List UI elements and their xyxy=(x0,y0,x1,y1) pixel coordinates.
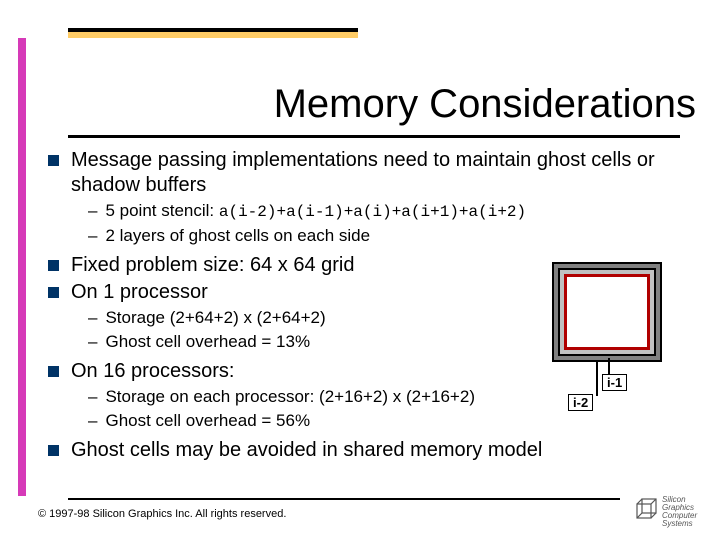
logo-line2: Computer Systems xyxy=(662,511,697,528)
footer-rule xyxy=(68,498,620,500)
slide-title: Memory Considerations xyxy=(0,82,708,127)
bullet-1-subs: – 5 point stencil: a(i-2)+a(i-1)+a(i)+a(… xyxy=(88,200,702,247)
bullet-text: Message passing implementations need to … xyxy=(71,148,702,198)
label-i-minus-2: i-2 xyxy=(568,394,593,411)
sub-prefix: 5 point stencil: xyxy=(105,201,218,220)
bullet-5: Ghost cells may be avoided in shared mem… xyxy=(48,438,702,463)
copyright-text: © 1997-98 Silicon Graphics Inc. All righ… xyxy=(38,508,286,520)
sub-text: 5 point stencil: a(i-2)+a(i-1)+a(i)+a(i+… xyxy=(105,200,526,223)
dash-icon: – xyxy=(88,225,97,247)
dash-icon: – xyxy=(88,200,97,222)
sgi-logo: Silicon Graphics Computer Systems xyxy=(632,494,702,526)
dash-icon: – xyxy=(88,386,97,408)
sgi-cube-icon xyxy=(634,496,660,522)
dash-icon: – xyxy=(88,307,97,329)
bullet-text: Fixed problem size: 64 x 64 grid xyxy=(71,253,354,278)
square-bullet-icon xyxy=(48,445,59,456)
sub-bullet: – 2 layers of ghost cells on each side xyxy=(88,225,702,247)
dash-icon: – xyxy=(88,331,97,353)
sub-text: Ghost cell overhead = 13% xyxy=(105,331,310,353)
sub-text: Storage on each processor: (2+16+2) x (2… xyxy=(105,386,475,408)
title-underline xyxy=(68,135,680,138)
bullet-text: On 16 processors: xyxy=(71,359,234,384)
logo-text: Silicon Graphics Computer Systems xyxy=(662,496,702,528)
square-bullet-icon xyxy=(48,260,59,271)
bullet-text: Ghost cells may be avoided in shared mem… xyxy=(71,438,542,463)
compute-region xyxy=(564,274,650,350)
sub-text: Ghost cell overhead = 56% xyxy=(105,410,310,432)
sub-text: 2 layers of ghost cells on each side xyxy=(105,225,370,247)
leader-line xyxy=(596,362,598,396)
sub-text: Storage (2+64+2) x (2+64+2) xyxy=(105,307,325,329)
bullet-1: Message passing implementations need to … xyxy=(48,148,702,198)
square-bullet-icon xyxy=(48,155,59,166)
sub-bullet: – Ghost cell overhead = 56% xyxy=(88,410,702,432)
label-i-minus-1: i-1 xyxy=(602,374,627,391)
dash-icon: – xyxy=(88,410,97,432)
ghost-cell-diagram: i-1 i-2 xyxy=(552,262,672,402)
top-accent-bar xyxy=(68,28,358,38)
sub-bullet: – 5 point stencil: a(i-2)+a(i-1)+a(i)+a(… xyxy=(88,200,702,223)
logo-line1: Silicon Graphics xyxy=(662,495,694,512)
code-span: a(i-2)+a(i-1)+a(i)+a(i+1)+a(i+2) xyxy=(219,203,526,221)
square-bullet-icon xyxy=(48,287,59,298)
square-bullet-icon xyxy=(48,366,59,377)
bullet-text: On 1 processor xyxy=(71,280,208,305)
